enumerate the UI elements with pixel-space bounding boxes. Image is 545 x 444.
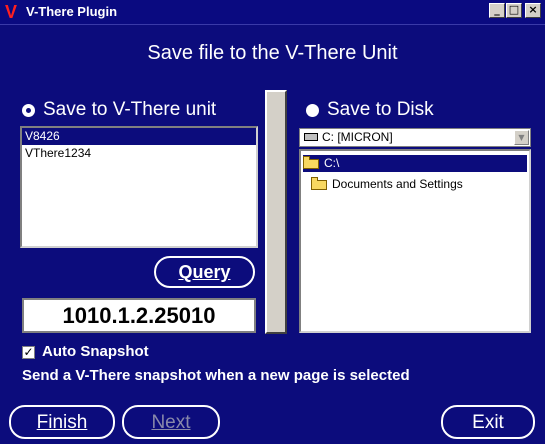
folder-icon xyxy=(311,176,327,190)
folder-listbox[interactable]: C:\ Documents and Settings xyxy=(299,149,531,333)
folder-label: C:\ xyxy=(324,156,340,170)
save-to-unit-label: Save to V-There unit xyxy=(43,99,217,120)
next-button[interactable]: Next xyxy=(122,405,220,439)
v-logo-icon: V xyxy=(5,2,18,22)
open-folder-icon xyxy=(303,155,319,169)
exit-button[interactable]: Exit xyxy=(441,405,535,439)
close-button[interactable]: × xyxy=(525,3,541,18)
dialog-heading: Save file to the V-There Unit xyxy=(147,42,398,64)
checkmark-icon: ✓ xyxy=(22,344,35,359)
drive-select-value: C: [MICRON] xyxy=(322,130,393,144)
list-item[interactable]: VThere1234 xyxy=(22,145,256,162)
drive-select[interactable]: C: [MICRON] ▼ xyxy=(299,128,531,147)
auto-snapshot-checkbox[interactable]: ✓ Auto Snapshot xyxy=(22,343,149,361)
save-to-disk-radio[interactable]: Save to Disk xyxy=(306,98,434,122)
next-button-label: Next xyxy=(151,412,191,433)
drive-icon xyxy=(304,133,318,141)
minimize-button[interactable]: _ xyxy=(489,3,505,18)
query-button-label: Query xyxy=(178,262,231,282)
list-item[interactable]: C:\ xyxy=(303,155,527,172)
list-item[interactable]: V8426 xyxy=(22,128,256,145)
radio-unchecked-icon xyxy=(306,103,319,117)
title-bar[interactable]: V V-There Plugin _ □ × xyxy=(0,0,545,25)
radio-checked-icon xyxy=(22,103,35,117)
ip-address-field[interactable]: 1010.1.2.25010 xyxy=(22,298,256,333)
save-to-disk-label: Save to Disk xyxy=(327,99,434,120)
unit-listbox[interactable]: V8426 VThere1234 xyxy=(20,126,258,248)
maximize-button[interactable]: □ xyxy=(506,3,522,18)
window-title: V-There Plugin xyxy=(26,4,118,19)
save-to-unit-radio[interactable]: Save to V-There unit xyxy=(22,98,216,122)
finish-button-label: Finish xyxy=(36,412,88,433)
plugin-window: V V-There Plugin _ □ × Save file to the … xyxy=(0,0,545,444)
snapshot-info-text: Send a V-There snapshot when a new page … xyxy=(22,367,410,384)
chevron-down-icon[interactable]: ▼ xyxy=(514,130,529,145)
panel-divider xyxy=(265,90,287,334)
window-controls: _ □ × xyxy=(489,3,541,18)
folder-label: Documents and Settings xyxy=(332,177,463,191)
auto-snapshot-label: Auto Snapshot xyxy=(42,343,149,360)
list-item[interactable]: Documents and Settings xyxy=(311,176,463,193)
exit-button-label: Exit xyxy=(472,412,504,433)
query-button[interactable]: Query xyxy=(154,256,255,288)
finish-button[interactable]: Finish xyxy=(9,405,115,439)
